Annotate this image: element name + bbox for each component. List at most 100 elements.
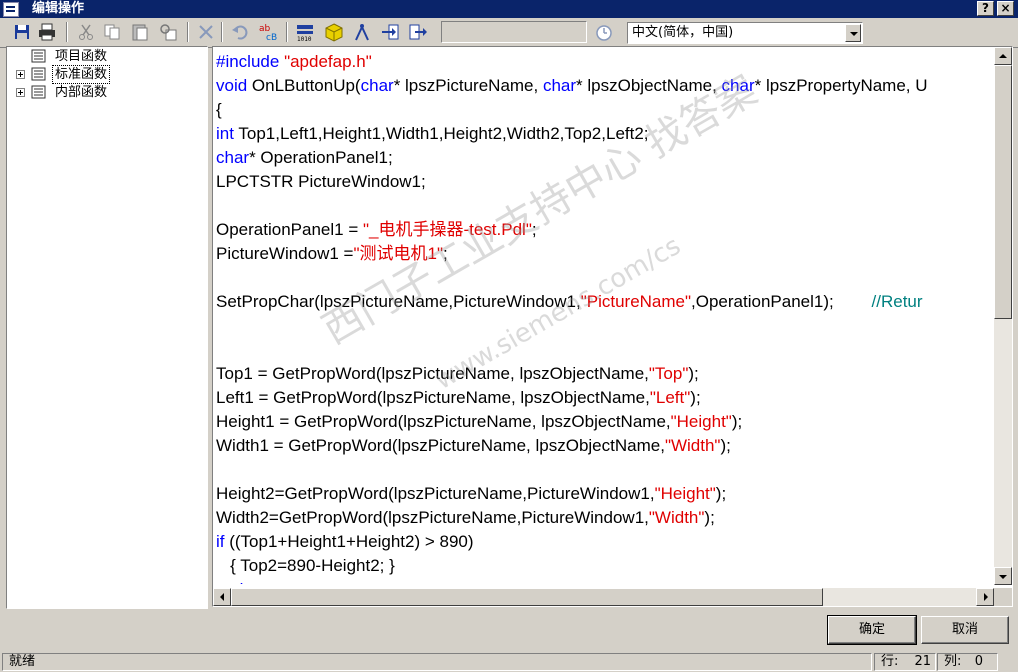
copy-icon[interactable] [102, 22, 122, 42]
code-token: * lpszPropertyName, U [754, 76, 928, 95]
code-token: Left1 = GetPropWord(lpszPictureName, lps… [216, 388, 650, 407]
function-group-icon [31, 49, 46, 63]
tree-item-project-functions[interactable]: 项目函数 [7, 48, 207, 66]
code-line[interactable]: Width2=GetPropWord(lpszPictureName,Pictu… [216, 506, 994, 530]
horizontal-scroll-thumb[interactable] [231, 588, 823, 606]
scroll-down-button[interactable] [994, 567, 1012, 585]
toolbar-separator [286, 22, 288, 42]
cube-icon[interactable] [324, 22, 344, 42]
tree-item-internal-functions[interactable]: 内部函数 [7, 84, 207, 102]
toolbar-separator [221, 22, 223, 42]
toolbar-separator [66, 22, 68, 42]
toolbar-separator [187, 22, 189, 42]
close-button[interactable]: × [997, 1, 1014, 16]
toolbar: ab cB 1010 [0, 18, 1018, 48]
delete-icon[interactable] [196, 22, 216, 42]
code-token: * OperationPanel1; [249, 148, 393, 167]
code-token: "Width" [664, 436, 721, 455]
find-replace-icon[interactable] [158, 22, 178, 42]
code-line[interactable]: void OnLButtonUp(char* lpszPictureName, … [216, 74, 994, 98]
code-token: Height2=GetPropWord(lpszPictureName,Pict… [216, 484, 655, 503]
column-value: 0 [974, 654, 983, 669]
help-button[interactable]: ? [977, 1, 994, 16]
spell-check-icon[interactable]: ab cB [258, 22, 278, 43]
code-token: Width2=GetPropWord(lpszPictureName,Pictu… [216, 508, 649, 527]
scroll-left-button[interactable] [213, 588, 231, 606]
code-line[interactable]: #include "apdefap.h" [216, 50, 994, 74]
code-token: "Top" [648, 364, 689, 383]
code-line[interactable]: Height1 = GetPropWord(lpszPictureName, l… [216, 410, 994, 434]
expand-icon[interactable] [16, 70, 25, 79]
row-value: 21 [914, 654, 931, 669]
undo-icon[interactable] [230, 22, 250, 42]
scroll-right-button[interactable] [976, 588, 994, 606]
code-token: ((Top1+Height1+Height2) > 890) [229, 532, 474, 551]
vertical-scroll-thumb[interactable] [994, 65, 1012, 319]
code-token: OperationPanel1 = [216, 220, 363, 239]
code-line[interactable]: if ((Top1+Height1+Height2) > 890) [216, 530, 994, 554]
code-token: "Width" [648, 508, 705, 527]
code-token: ); [715, 484, 727, 503]
ok-button[interactable]: 确定 [827, 615, 917, 645]
scroll-corner [994, 588, 1012, 606]
code-token: Width1 = GetPropWord(lpszPictureName, lp… [216, 436, 665, 455]
chevron-down-icon[interactable] [845, 24, 861, 42]
code-token: char [360, 76, 394, 95]
code-token: ); [731, 412, 743, 431]
svg-text:1010: 1010 [297, 36, 312, 42]
code-token: "apdefap.h" [284, 52, 372, 71]
code-token: int [216, 124, 239, 143]
code-line[interactable]: else [216, 578, 994, 584]
save-icon[interactable] [12, 22, 32, 42]
export-icon[interactable] [408, 22, 428, 42]
code-token: Top1,Left1,Height1,Width1,Height2,Width2… [238, 124, 649, 143]
import-icon[interactable] [380, 22, 400, 42]
function-group-icon [31, 85, 46, 99]
language-value: 中文(简体，中国) [632, 25, 734, 40]
expand-icon[interactable] [16, 88, 25, 97]
title-bar: 编辑操作 ? × [0, 0, 1018, 18]
code-token: PictureWindow1 = [216, 244, 354, 263]
code-token: //Retur [871, 292, 923, 311]
code-line[interactable]: ​ [216, 458, 994, 482]
horizontal-scrollbar[interactable] [213, 588, 994, 606]
code-line[interactable]: Height2=GetPropWord(lpszPictureName,Pict… [216, 482, 994, 506]
function-tree[interactable]: 项目函数 标准函数 内部函数 [6, 46, 208, 609]
scroll-up-button[interactable] [994, 47, 1012, 65]
code-token: if [216, 532, 230, 551]
tree-item-label: 内部函数 [55, 85, 108, 100]
tree-item-standard-functions[interactable]: 标准函数 [7, 65, 207, 84]
vertical-scrollbar[interactable] [994, 47, 1012, 585]
compass-icon[interactable] [352, 22, 372, 42]
code-token: ); [704, 508, 715, 527]
code-line[interactable]: Width1 = GetPropWord(lpszPictureName, lp… [216, 434, 994, 458]
print-icon[interactable] [37, 22, 57, 42]
cancel-button[interactable]: 取消 [921, 616, 1009, 644]
code-token: { Top2=890-Height2; } [216, 556, 395, 575]
status-message: 就绪 [2, 653, 872, 671]
code-token: ); [720, 436, 731, 455]
compile-icon[interactable]: 1010 [295, 22, 315, 43]
code-line[interactable]: Left1 = GetPropWord(lpszPictureName, lps… [216, 386, 994, 410]
tree-item-label: 项目函数 [55, 49, 108, 64]
column-label: 列: [944, 654, 962, 669]
toolbar-combo[interactable] [441, 21, 587, 43]
code-line[interactable]: PictureWindow1 ="测试电机1"; [216, 242, 994, 266]
code-line[interactable]: { [216, 98, 994, 122]
code-line[interactable]: { Top2=890-Height2; } [216, 554, 994, 578]
code-token: "Height" [654, 484, 716, 503]
paste-icon[interactable] [130, 22, 150, 42]
cut-icon[interactable] [76, 22, 96, 42]
code-line[interactable]: Top1 = GetPropWord(lpszPictureName, lpsz… [216, 362, 994, 386]
code-token: char [542, 76, 577, 95]
code-token: "Height" [670, 412, 732, 431]
code-line[interactable]: OperationPanel1 = "_电机手操器-test.Pdl"; [216, 218, 994, 242]
code-token: { [216, 100, 222, 119]
status-bar: 就绪 行: 21 列: 0 [0, 651, 1018, 672]
code-token: ); [688, 364, 699, 383]
language-select[interactable]: 中文(简体，中国) [627, 22, 863, 44]
window-title: 编辑操作 [32, 1, 85, 16]
clock-icon[interactable] [594, 22, 614, 42]
code-token: #include [216, 52, 285, 71]
status-column: 列: 0 [937, 653, 998, 671]
